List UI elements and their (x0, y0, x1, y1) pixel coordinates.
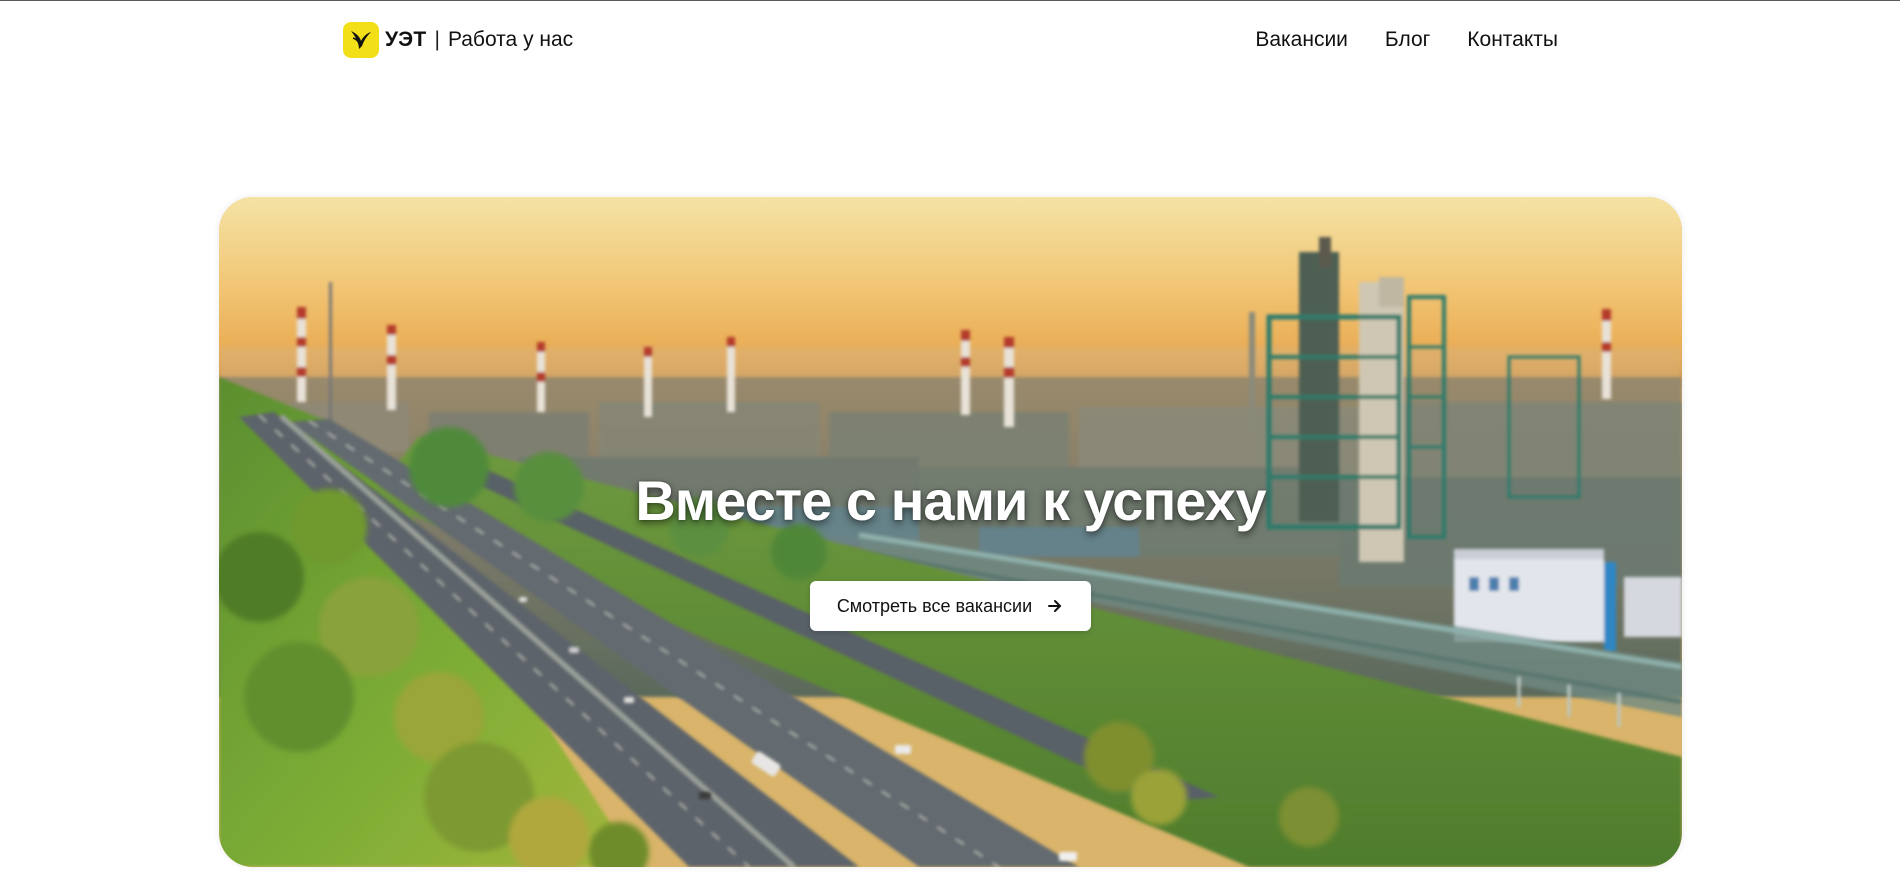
logo-brand: УЭТ (385, 28, 427, 51)
logo-separator: | (434, 28, 440, 51)
nav-blog[interactable]: Блог (1385, 28, 1430, 52)
site-header: УЭТ | Работа у нас Вакансии Блог Контакт… (0, 0, 1900, 86)
bird-icon (343, 22, 379, 58)
hero-banner: Вместе с нами к успеху Смотреть все вака… (219, 197, 1682, 867)
view-all-vacancies-button[interactable]: Смотреть все вакансии (810, 581, 1091, 631)
hero-title: Вместе с нами к успеху (635, 468, 1266, 532)
arrow-right-icon (1046, 597, 1064, 615)
view-all-vacancies-label: Смотреть все вакансии (836, 595, 1033, 616)
nav-vacancies[interactable]: Вакансии (1255, 28, 1348, 52)
logo-tagline: Работа у нас (447, 28, 574, 51)
logo-link[interactable]: УЭТ | Работа у нас (343, 22, 573, 58)
main-nav: Вакансии Блог Контакты (1255, 28, 1558, 52)
nav-contacts[interactable]: Контакты (1467, 28, 1558, 52)
